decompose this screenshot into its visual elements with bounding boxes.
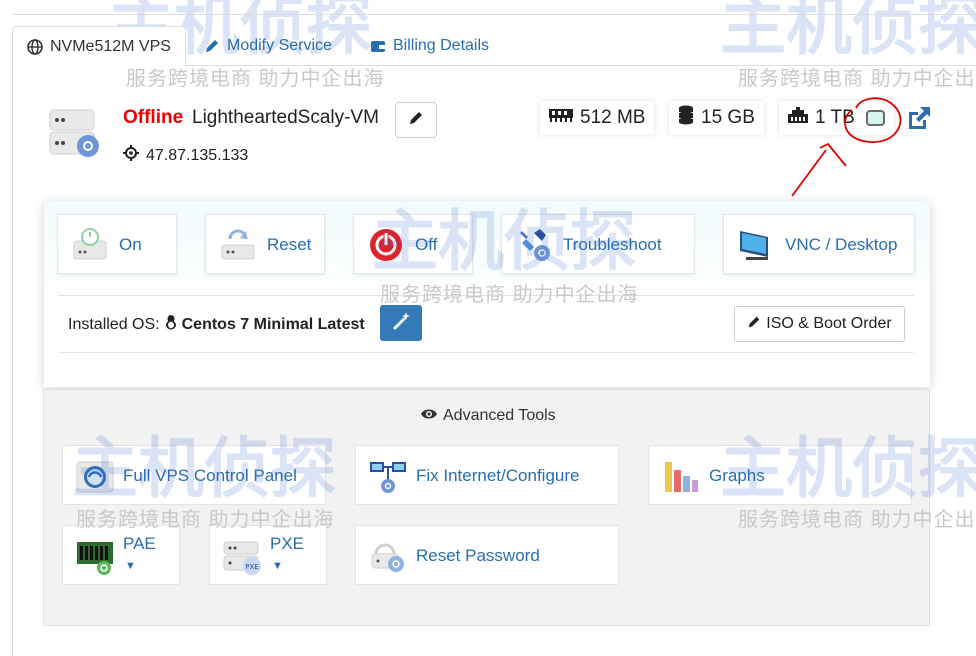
linux-icon (164, 314, 178, 335)
tab-label: Billing Details (393, 37, 490, 54)
vnc-desktop-button[interactable]: VNC / Desktop (723, 214, 915, 274)
graphs-icon (661, 456, 701, 496)
tab-vps[interactable]: NVMe512M VPS (12, 26, 186, 67)
pxe-button[interactable]: PXE PXE ▼ (209, 525, 327, 585)
reset-button[interactable]: Reset (205, 214, 325, 274)
reset-icon (220, 227, 256, 263)
billing-icon (370, 38, 386, 54)
magic-wand-icon (391, 311, 411, 336)
divider (58, 352, 914, 353)
iso-boot-order-button[interactable]: ISO & Boot Order (734, 306, 905, 342)
monitor-icon (738, 227, 774, 263)
tab-billing-details[interactable]: Billing Details (356, 26, 503, 66)
graphs-button[interactable]: Graphs (648, 445, 912, 505)
power-off-icon (368, 227, 404, 263)
pae-label: PAE (123, 534, 156, 553)
reinstall-os-button[interactable] (380, 305, 422, 341)
fix-internet-configure-label: Fix Internet/Configure (416, 466, 580, 485)
server-icon (48, 106, 100, 162)
ip-address-row: 47.87.135.133 (123, 145, 248, 166)
top-border (12, 14, 976, 15)
tab-label: Modify Service (227, 37, 332, 54)
vm-name: LightheartedScaly-VM (192, 107, 379, 128)
pxe-server-icon: PXE (222, 536, 262, 576)
fix-internet-configure-button[interactable]: Fix Internet/Configure (355, 445, 619, 505)
advanced-tools-title: Advanced Tools (420, 407, 556, 425)
os-value: Centos 7 Minimal Latest (181, 315, 365, 333)
pencil-icon (408, 110, 424, 131)
divider (58, 295, 914, 296)
annotation-circle-arrow (791, 97, 902, 197)
disk-stat: 15 GB (669, 101, 764, 135)
power-off-label: Off (415, 235, 438, 254)
ram-value: 512 MB (580, 107, 646, 128)
caret-down-icon: ▼ (125, 560, 136, 572)
reset-password-icon (368, 536, 408, 576)
power-on-icon (72, 227, 108, 263)
iso-boot-order-label: ISO & Boot Order (766, 315, 892, 332)
troubleshoot-icon (516, 227, 552, 263)
power-on-label: On (119, 235, 142, 254)
tab-bar: NVMe512M VPS Modify Service Billing Deta… (12, 26, 976, 67)
power-on-button[interactable]: On (57, 214, 177, 274)
reset-password-label: Reset Password (416, 546, 540, 565)
pencil-icon (747, 315, 761, 334)
ram-stat: 512 MB (540, 101, 655, 135)
memory-icon (549, 107, 573, 129)
disk-value: 15 GB (701, 107, 755, 128)
vnc-desktop-label: VNC / Desktop (785, 235, 898, 254)
graphs-label: Graphs (709, 466, 765, 485)
reset-label: Reset (267, 235, 312, 254)
troubleshoot-label: Troubleshoot (563, 235, 662, 254)
vm-status: Offline (123, 107, 184, 128)
tab-label: NVMe512M VPS (50, 37, 171, 55)
svg-text:PXE: PXE (245, 563, 258, 571)
eye-icon (420, 407, 438, 425)
ip-address: 47.87.135.133 (146, 146, 249, 164)
caret-down-icon: ▼ (272, 560, 283, 572)
pae-button[interactable]: PAE ▼ (62, 525, 180, 585)
memory-chip-icon (75, 536, 115, 576)
installed-os-row: Installed OS: Centos 7 Minimal Latest (68, 314, 365, 335)
troubleshoot-button[interactable]: Troubleshoot (501, 214, 695, 274)
full-vps-control-panel-button[interactable]: Full VPS Control Panel (62, 445, 326, 505)
pxe-label: PXE (270, 534, 305, 553)
advanced-tools-label: Advanced Tools (443, 407, 556, 424)
crosshair-icon (123, 145, 139, 166)
edit-name-button[interactable] (395, 102, 437, 138)
control-panel-icon (75, 456, 115, 496)
globe-icon (27, 38, 43, 55)
reset-password-button[interactable]: Reset Password (355, 525, 619, 585)
database-icon (678, 105, 694, 131)
tab-modify-service[interactable]: Modify Service (190, 26, 346, 66)
pencil-icon (204, 38, 220, 54)
full-vps-control-panel-label: Full VPS Control Panel (123, 466, 297, 485)
power-off-button[interactable]: Off (353, 214, 473, 274)
network-icon (368, 456, 408, 496)
os-label: Installed OS: (68, 315, 160, 333)
